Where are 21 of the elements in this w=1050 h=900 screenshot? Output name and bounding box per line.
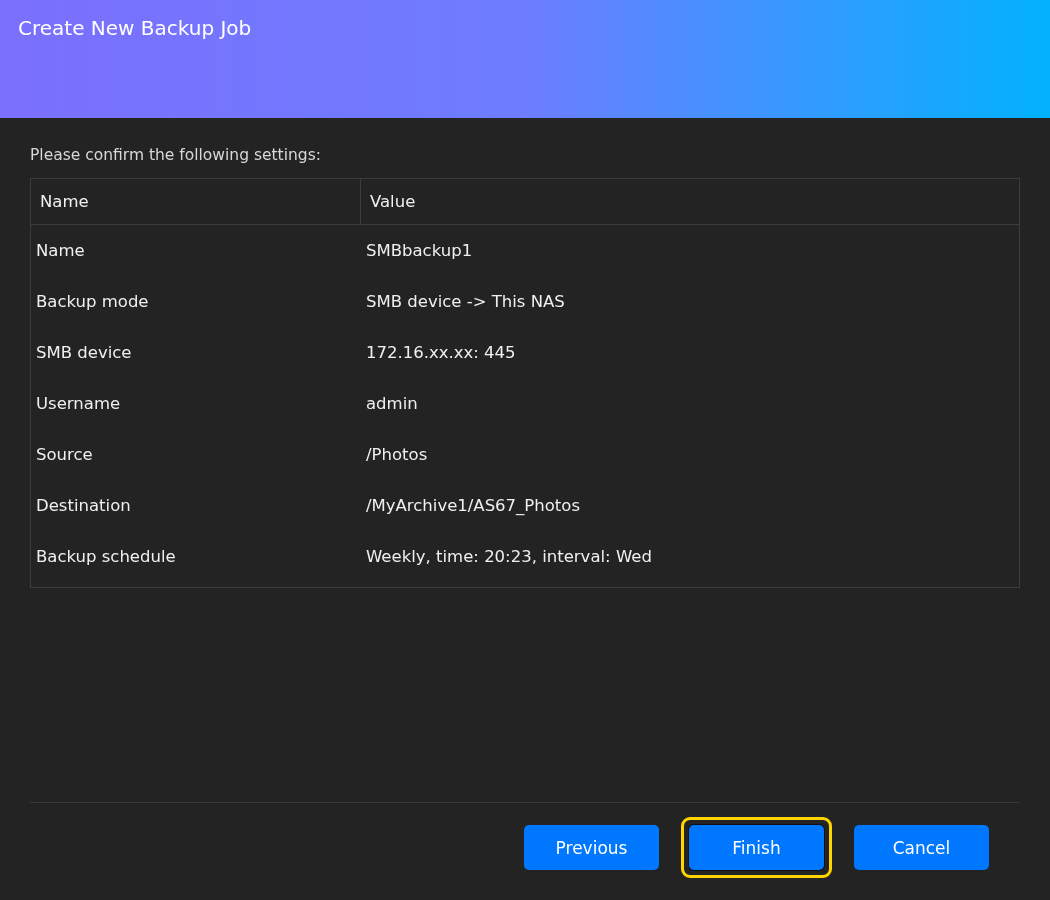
table-cell-text: Backup schedule xyxy=(35,547,177,566)
table-cell-text: 172.16.xx.xx: 445 xyxy=(365,343,517,362)
table-cell-text: SMB device xyxy=(35,343,133,362)
table-cell-text: admin xyxy=(365,394,419,413)
table-cell-text: Source xyxy=(35,445,94,464)
table-cell-text: Backup mode xyxy=(35,292,150,311)
table-cell-text: Name xyxy=(35,241,86,260)
table-cell-text: /MyArchive1/AS67_Photos xyxy=(365,496,582,515)
dialog-button[interactable]: Previous xyxy=(524,825,659,870)
instruction-text: Please confirm the following settings: xyxy=(30,146,322,164)
table-cell-text: Weekly, time: 20:23, interval: Wed xyxy=(365,547,653,566)
table-cell-text: /Photos xyxy=(365,445,429,464)
table-cell-text: SMBbackup1 xyxy=(365,241,474,260)
dialog-button[interactable]: Cancel xyxy=(854,825,989,870)
window-title: Create New Backup Job xyxy=(18,16,253,40)
highlighted-button[interactable]: Finish xyxy=(689,825,824,870)
column-header: Name xyxy=(31,179,361,224)
column-header: Value xyxy=(369,191,417,213)
table-cell-text: SMB device -> This NAS xyxy=(365,292,566,311)
table-cell-text: Destination xyxy=(35,496,132,515)
table-cell-text: Username xyxy=(35,394,122,413)
